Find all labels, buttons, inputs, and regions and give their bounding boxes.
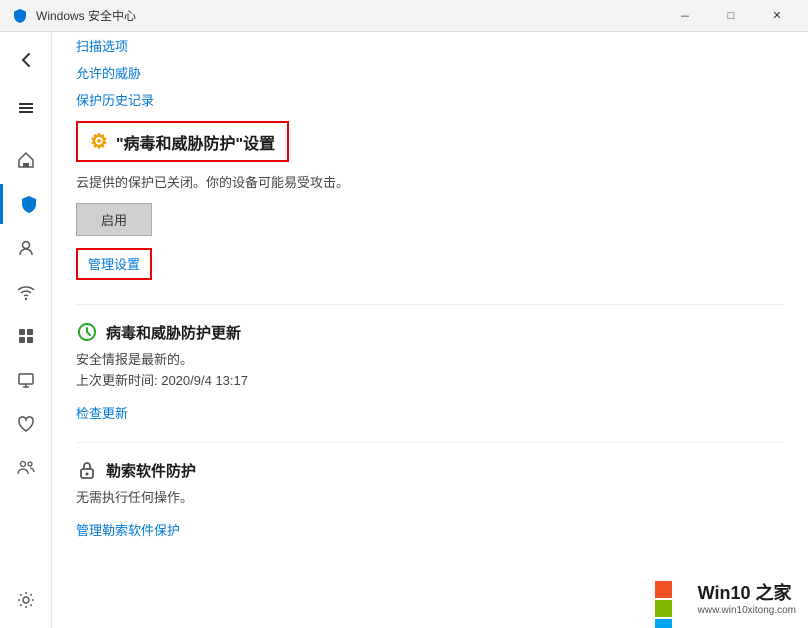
back-icon (16, 50, 36, 70)
title-bar-left: Windows 安全中心 (12, 7, 136, 24)
title-bar: Windows 安全中心 － □ ✕ (0, 0, 808, 32)
ransomware-subtitle-text: 无需执行任何操作。 (76, 487, 784, 506)
sidebar-item-menu[interactable] (6, 88, 46, 128)
health-icon (16, 414, 36, 434)
title-bar-controls: － □ ✕ (662, 0, 800, 32)
window: 扫描选项 允许的威胁 保护历史记录 ⚙ "病毒和威胁防护"设置 云提供的保护已关… (0, 32, 808, 628)
nav-link-history[interactable]: 保护历史记录 (76, 86, 784, 113)
watermark-text-block: Win10 之家 www.win10xitong.com (698, 579, 796, 616)
app-icon (12, 8, 28, 24)
family-icon (16, 458, 36, 478)
update-status-text: 安全情报是最新的。 (76, 349, 784, 368)
top-nav-links: 扫描选项 允许的威胁 保护历史记录 (76, 32, 784, 113)
virus-settings-title-box: ⚙ "病毒和威胁防护"设置 (76, 121, 289, 162)
update-time-text: 上次更新时间: 2020/9/4 13:17 (76, 370, 784, 389)
nav-link-allow[interactable]: 允许的威胁 (76, 59, 784, 86)
ransomware-title: 勒索软件防护 (76, 459, 784, 481)
manage-ransomware-link[interactable]: 管理勒索软件保护 (76, 516, 784, 543)
sidebar-item-app[interactable] (6, 316, 46, 356)
gear-icon: ⚙ (90, 129, 108, 154)
watermark-title: Win10 之家 (698, 579, 796, 605)
settings-icon (16, 590, 36, 610)
ransomware-section: 勒索软件防护 无需执行任何操作。 管理勒索软件保护 (76, 442, 784, 543)
sidebar-item-back[interactable] (6, 40, 46, 80)
update-section: 病毒和威胁防护更新 安全情报是最新的。 上次更新时间: 2020/9/4 13:… (76, 304, 784, 426)
sidebar-item-device[interactable] (6, 360, 46, 400)
virus-settings-title-text: "病毒和威胁防护"设置 (116, 130, 275, 154)
sidebar-item-network[interactable] (6, 272, 46, 312)
sidebar-item-shield[interactable] (0, 184, 52, 224)
refresh-icon (76, 321, 98, 343)
home-icon (16, 150, 36, 170)
sidebar-item-home[interactable] (6, 140, 46, 180)
minimize-button[interactable]: － (662, 0, 708, 32)
manage-settings-link[interactable]: 管理设置 (88, 257, 140, 272)
sidebar-item-health[interactable] (6, 404, 46, 444)
title-bar-text: Windows 安全中心 (36, 7, 136, 24)
virus-settings-section: ⚙ "病毒和威胁防护"设置 云提供的保护已关闭。你的设备可能易受攻击。 启用 管… (76, 121, 784, 284)
sidebar-item-settings[interactable] (6, 580, 46, 620)
maximize-button[interactable]: □ (708, 0, 754, 32)
menu-icon (16, 98, 36, 118)
ransomware-title-text: 勒索软件防护 (106, 460, 196, 481)
content-area: 扫描选项 允许的威胁 保护历史记录 ⚙ "病毒和威胁防护"设置 云提供的保护已关… (0, 32, 808, 628)
update-title: 病毒和威胁防护更新 (76, 321, 784, 343)
manage-link-box: 管理设置 (76, 248, 152, 280)
person-icon (16, 238, 36, 258)
close-button[interactable]: ✕ (754, 0, 800, 32)
sidebar (0, 32, 52, 628)
app-browser-icon (16, 326, 36, 346)
sidebar-item-family[interactable] (6, 448, 46, 488)
enable-button[interactable]: 启用 (76, 203, 152, 236)
watermark: Win10 之家 www.win10xitong.com (654, 579, 796, 616)
sidebar-item-person[interactable] (6, 228, 46, 268)
virus-settings-title: ⚙ "病毒和威胁防护"设置 (90, 129, 275, 154)
main-content: 扫描选项 允许的威胁 保护历史记录 ⚙ "病毒和威胁防护"设置 云提供的保护已关… (52, 32, 808, 628)
check-update-link[interactable]: 检查更新 (76, 399, 784, 426)
virus-settings-subtitle: 云提供的保护已关闭。你的设备可能易受攻击。 (76, 172, 784, 191)
nav-link-scan[interactable]: 扫描选项 (76, 32, 784, 59)
watermark-url: www.win10xitong.com (698, 605, 796, 616)
windows-logo (654, 580, 690, 616)
shield-icon (19, 194, 39, 214)
update-title-text: 病毒和威胁防护更新 (106, 322, 241, 343)
lock-icon (76, 459, 98, 481)
device-icon (16, 370, 36, 390)
wifi-icon (16, 282, 36, 302)
